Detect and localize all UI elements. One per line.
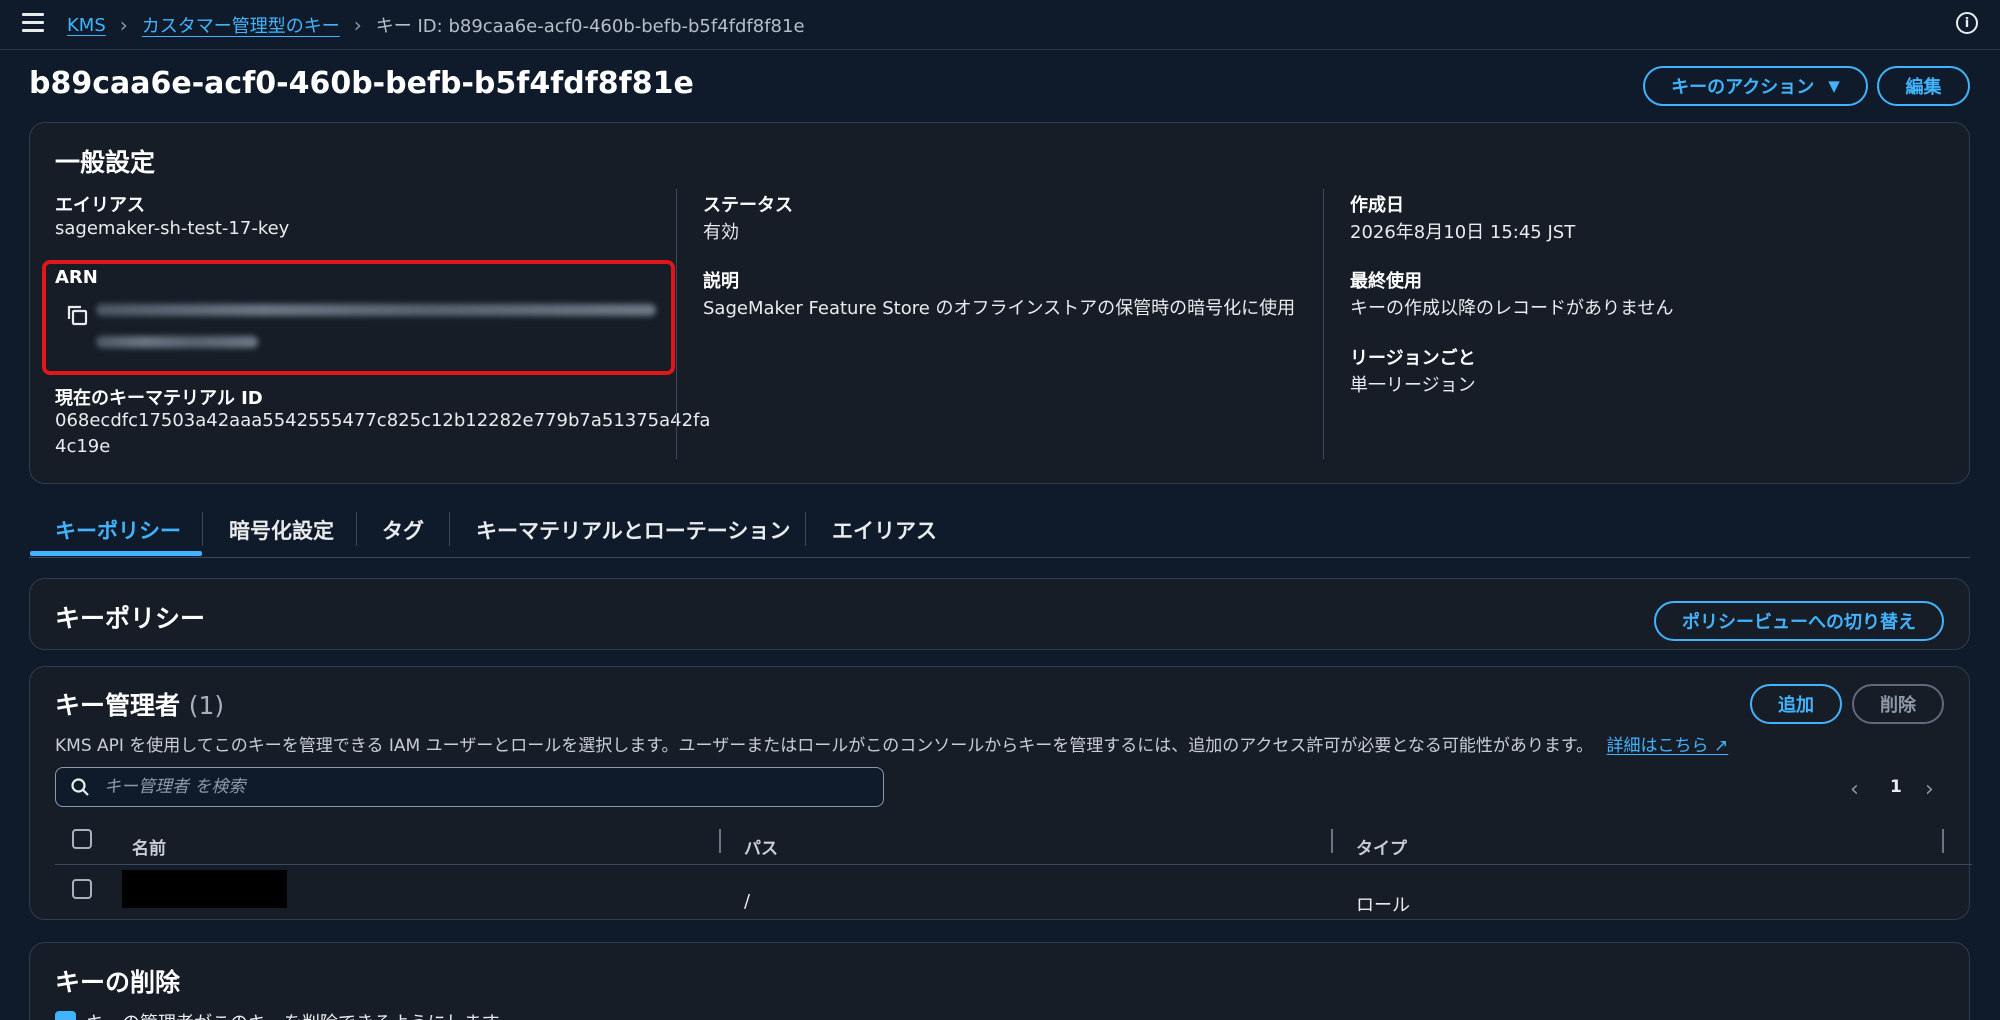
arn-value-blurred: [96, 304, 656, 316]
breadcrumb: KMS › カスタマー管理型のキー › キー ID: b89caa6e-acf0…: [67, 12, 805, 38]
active-tab-indicator: [30, 551, 202, 556]
key-administrators-description: KMS API を使用してこのキーを管理できる IAM ユーザーとロールを選択し…: [55, 731, 1728, 756]
general-configuration-title: 一般設定: [55, 148, 156, 177]
description-value: SageMaker Feature Store のオフラインストアの保管時の暗号…: [703, 298, 1296, 319]
search-input[interactable]: [104, 774, 864, 800]
caret-down-icon: ▼: [1828, 77, 1840, 95]
row-path: /: [744, 891, 751, 912]
chevron-right-icon: ›: [353, 13, 362, 37]
tab-cryptographic-configuration[interactable]: 暗号化設定: [229, 515, 334, 545]
key-material-value: 4c19e: [55, 436, 111, 457]
arn-label: ARN: [55, 267, 98, 288]
status-value: 有効: [703, 222, 739, 243]
alias-label: エイリアス: [55, 195, 145, 216]
search-icon: [71, 778, 89, 796]
pagination-next[interactable]: ›: [1925, 777, 1934, 802]
tab-aliases[interactable]: エイリアス: [832, 515, 937, 545]
info-icon[interactable]: i: [1956, 12, 1978, 34]
row-checkbox[interactable]: [72, 879, 92, 899]
chevron-right-icon: ›: [119, 13, 128, 37]
copy-icon[interactable]: [65, 303, 89, 327]
learn-more-link[interactable]: 詳細はこちら ↗: [1607, 736, 1729, 756]
allow-deletion-checkbox[interactable]: [55, 1011, 76, 1020]
column-divider: [676, 189, 677, 459]
redacted-name: [122, 870, 287, 908]
column-resize-handle[interactable]: [1331, 829, 1333, 853]
key-administrators-title: キー管理者 (1): [55, 686, 224, 722]
key-material-value: 068ecdfc17503a42aaa5542555477c825c12b122…: [55, 410, 711, 431]
external-link-icon: ↗: [1713, 736, 1729, 756]
table-header-divider: [55, 864, 1972, 865]
breadcrumb-customer-managed-keys[interactable]: カスタマー管理型のキー: [142, 12, 340, 38]
learn-more-label: 詳細はこちら: [1606, 736, 1709, 756]
arn-value-blurred: [96, 336, 258, 348]
arn-highlight-box: [42, 260, 675, 375]
remove-administrator-button: 削除: [1852, 684, 1944, 724]
menu-icon[interactable]: [22, 13, 44, 33]
status-label: ステータス: [703, 195, 793, 216]
breadcrumb-kms[interactable]: KMS: [67, 15, 106, 36]
key-actions-label: キーのアクション: [1671, 77, 1815, 98]
tab-key-material-rotation[interactable]: キーマテリアルとローテーション: [476, 515, 790, 545]
key-policy-title: キーポリシー: [55, 604, 206, 633]
key-material-label: 現在のキーマテリアル ID: [55, 388, 263, 409]
pagination-page-1[interactable]: 1: [1890, 777, 1902, 797]
column-resize-handle[interactable]: [719, 829, 721, 853]
administrators-search: [55, 767, 884, 807]
column-divider: [1323, 189, 1324, 459]
pagination-previous[interactable]: ‹: [1850, 777, 1859, 802]
key-detail-tabs: キーポリシー 暗号化設定 タグ キーマテリアルとローテーション エイリアス: [29, 500, 1970, 558]
row-type: ロール: [1356, 895, 1410, 916]
regionality-label: リージョンごと: [1350, 348, 1476, 369]
creation-date-label: 作成日: [1350, 195, 1404, 216]
chevron-right-icon: ›: [1925, 777, 1934, 802]
general-configuration-panel: 一般設定 エイリアス sagemaker-sh-test-17-key ARN …: [29, 122, 1970, 484]
page-title: b89caa6e-acf0-460b-befb-b5f4fdf8f81e: [29, 66, 694, 101]
column-resize-handle[interactable]: [1942, 829, 1944, 853]
select-all-checkbox[interactable]: [72, 829, 92, 849]
tab-separator: [449, 512, 450, 546]
tab-separator: [202, 512, 203, 546]
add-administrator-button[interactable]: 追加: [1750, 684, 1842, 724]
edit-button[interactable]: 編集: [1877, 66, 1970, 106]
switch-to-policy-view-button[interactable]: ポリシービューへの切り替え: [1654, 601, 1944, 641]
key-administrators-panel: キー管理者 (1) 追加 削除 KMS API を使用してこのキーを管理できる …: [29, 666, 1972, 920]
key-deletion-panel: キーの削除 キーの管理者がこのキーを削除できるようにします。: [29, 942, 1970, 1020]
last-used-value: キーの作成以降のレコードがありません: [1350, 298, 1674, 319]
key-administrators-title-text: キー管理者: [55, 691, 181, 720]
column-header-path[interactable]: パス: [744, 834, 778, 859]
breadcrumb-current: キー ID: b89caa6e-acf0-460b-befb-b5f4fdf8f…: [375, 16, 805, 37]
alias-value: sagemaker-sh-test-17-key: [55, 218, 290, 239]
column-header-type[interactable]: タイプ: [1356, 834, 1407, 859]
key-actions-button[interactable]: キーのアクション ▼: [1643, 66, 1868, 106]
tab-tags[interactable]: タグ: [382, 515, 424, 545]
tab-key-policy[interactable]: キーポリシー: [55, 515, 181, 545]
tab-separator: [805, 512, 806, 546]
regionality-value: 単一リージョン: [1350, 375, 1476, 396]
description-text: KMS API を使用してこのキーを管理できる IAM ユーザーとロールを選択し…: [55, 736, 1594, 756]
key-deletion-title: キーの削除: [55, 968, 181, 997]
allow-deletion-label: キーの管理者がこのキーを削除できるようにします。: [86, 1009, 516, 1020]
chevron-left-icon: ‹: [1850, 777, 1859, 802]
key-policy-panel: キーポリシー ポリシービューへの切り替え: [29, 578, 1970, 650]
tab-separator: [356, 512, 357, 546]
column-header-name[interactable]: 名前: [132, 834, 166, 859]
top-navigation-bar: KMS › カスタマー管理型のキー › キー ID: b89caa6e-acf0…: [0, 0, 2000, 50]
description-label: 説明: [703, 271, 739, 292]
last-used-label: 最終使用: [1350, 271, 1422, 292]
creation-date-value: 2026年8月10日 15:45 JST: [1350, 222, 1576, 243]
key-administrators-count: (1): [188, 691, 225, 720]
